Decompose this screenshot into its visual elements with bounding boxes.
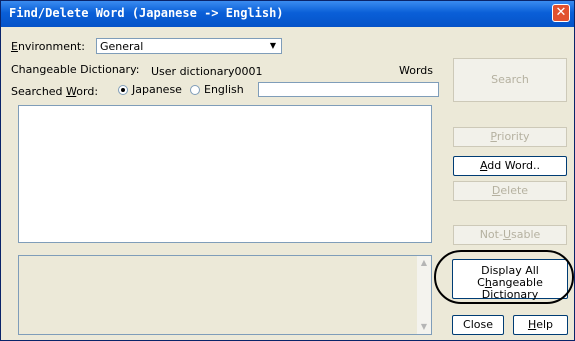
- add-word-button[interactable]: Add Word..: [453, 156, 567, 176]
- word-list[interactable]: [18, 105, 432, 243]
- environment-select[interactable]: General ▼: [96, 38, 282, 54]
- title-bar: Find/Delete Word (Japanese -> English) ✕: [1, 1, 574, 27]
- environment-value: General: [100, 40, 144, 53]
- searched-word-label: Searched Word:: [11, 85, 99, 98]
- priority-button[interactable]: Priority: [453, 127, 567, 147]
- scroll-down-icon[interactable]: ▼: [418, 321, 430, 333]
- not-usable-button[interactable]: Not-Usable: [453, 225, 567, 245]
- searched-word-input[interactable]: [258, 82, 439, 97]
- delete-button[interactable]: Delete: [453, 181, 567, 201]
- help-button[interactable]: Help: [513, 315, 568, 335]
- close-window-button[interactable]: ✕: [552, 4, 570, 22]
- words-label: Words: [399, 64, 434, 77]
- changeable-dictionary-label: Changeable Dictionary:: [11, 63, 140, 76]
- word-detail-area[interactable]: ▲ ▼: [18, 255, 432, 335]
- dialog-window: Find/Delete Word (Japanese -> English) ✕…: [0, 0, 575, 341]
- highlight-oval: [434, 250, 574, 304]
- close-icon: ✕: [555, 5, 567, 20]
- close-button[interactable]: Close: [452, 315, 504, 335]
- radio-english-label: English: [204, 83, 244, 96]
- radio-japanese-label: Japanese: [132, 83, 182, 96]
- chevron-down-icon[interactable]: ▼: [266, 40, 280, 52]
- environment-label: Environment:: [11, 40, 85, 53]
- scroll-up-icon[interactable]: ▲: [418, 257, 430, 269]
- radio-english[interactable]: [190, 85, 200, 95]
- changeable-dictionary-value: User dictionary0001: [151, 65, 263, 78]
- radio-japanese[interactable]: [118, 85, 128, 95]
- window-title: Find/Delete Word (Japanese -> English): [9, 6, 284, 20]
- detail-scrollbar[interactable]: ▲ ▼: [417, 256, 431, 334]
- search-button[interactable]: Search: [453, 58, 567, 102]
